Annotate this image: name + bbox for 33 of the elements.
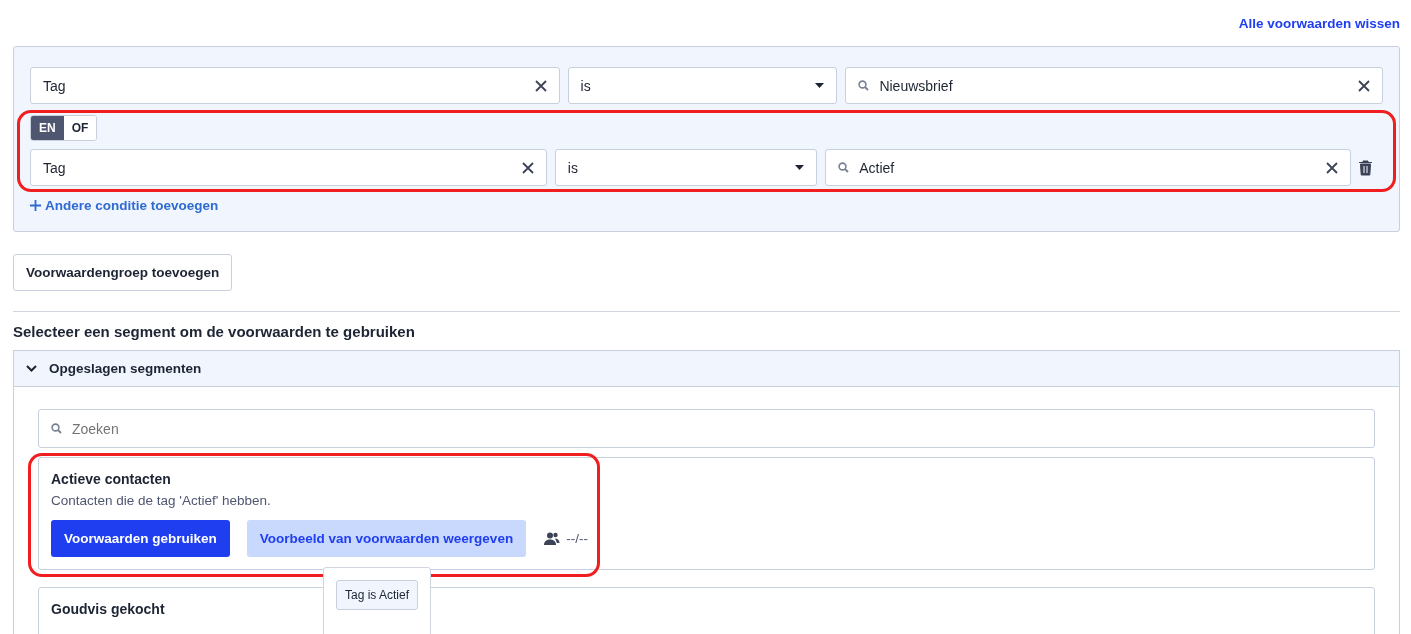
field-select[interactable]: Tag [30, 67, 560, 104]
clear-conditions-link[interactable]: Alle voorwaarden wissen [1238, 16, 1400, 31]
value-field[interactable]: Nieuwsbrief [845, 67, 1383, 104]
plus-icon [30, 200, 41, 211]
segment-name: Goudvis gekocht [51, 601, 166, 617]
search-icon [858, 80, 870, 91]
condition-chip: Tag is Actief [336, 580, 419, 610]
close-icon[interactable] [1326, 161, 1338, 174]
connector-tab[interactable]: EN [31, 116, 64, 140]
contact-count: --/-- [566, 531, 588, 546]
segment-description: Contacten die de tag 'Actief' hebben. [51, 493, 272, 508]
caret-icon [815, 83, 825, 88]
add-condition-link[interactable]: Andere conditie toevoegen [30, 198, 219, 213]
add-group-button[interactable]: Voorwaardengroep toevoegen [13, 254, 233, 291]
connector-tab[interactable]: OF [63, 116, 97, 140]
close-icon[interactable] [1358, 79, 1370, 92]
accordion-header[interactable]: Opgeslagen segmenten [13, 350, 1400, 387]
trash-icon[interactable] [1359, 159, 1372, 176]
close-icon[interactable] [534, 79, 547, 92]
caret-icon [795, 165, 805, 170]
use-conditions-button[interactable]: Voorwaarden gebruiken [51, 520, 230, 557]
search-icon [838, 162, 850, 173]
search-field[interactable]: Zoeken [38, 409, 1375, 448]
operator-select[interactable]: is [567, 67, 838, 104]
segment-name: Actieve contacten [51, 471, 172, 487]
search-icon [51, 423, 62, 434]
preview-conditions-button[interactable]: Voorbeeld van voorwaarden weergeven [246, 520, 527, 557]
close-icon[interactable] [521, 161, 534, 174]
value-field[interactable]: Actief [825, 149, 1351, 186]
section-heading: Selecteer een segment om de voorwaarden te gebruiken [13, 323, 416, 340]
field-select[interactable]: Tag [30, 149, 547, 186]
operator-select[interactable]: is [554, 149, 818, 186]
contacts-icon [543, 532, 561, 545]
